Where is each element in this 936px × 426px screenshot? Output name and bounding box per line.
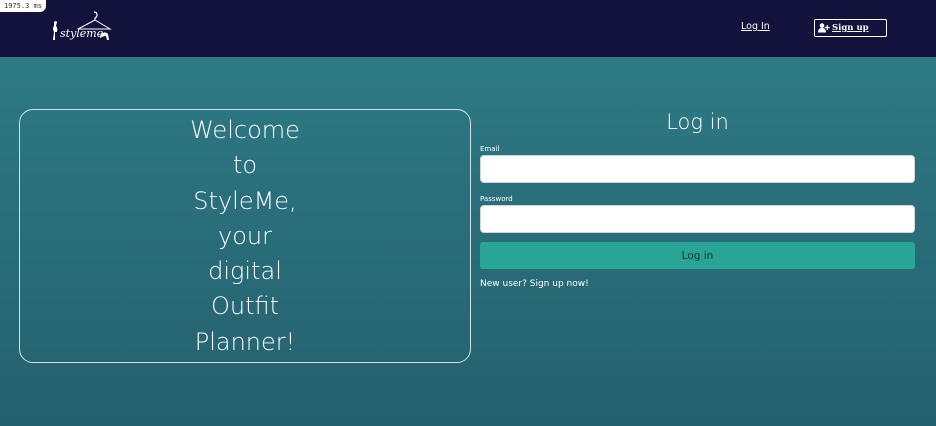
nav-signup-button[interactable]: Sign up xyxy=(814,19,887,37)
render-timer: 1975.3 ms xyxy=(0,0,46,12)
login-submit-button[interactable]: Log in xyxy=(480,242,915,269)
nav-signup-label: Sign up xyxy=(832,23,869,33)
welcome-line: Planner! xyxy=(194,327,296,356)
welcome-line: your xyxy=(218,221,272,250)
email-label: Email xyxy=(480,145,500,153)
add-user-icon xyxy=(818,23,830,33)
welcome-line: Outfit xyxy=(210,292,280,321)
welcome-line: to xyxy=(232,151,258,180)
styleme-logo[interactable]: styleme xyxy=(48,10,114,48)
login-title: Log in xyxy=(666,110,729,134)
email-field[interactable] xyxy=(480,155,915,183)
welcome-line: StyleMe, xyxy=(193,186,297,215)
signup-prompt-link[interactable]: New user? Sign up now! xyxy=(480,279,589,289)
welcome-message: Welcome to StyleMe, your digital Outfit … xyxy=(20,113,470,360)
svg-text:styleme: styleme xyxy=(60,27,104,40)
welcome-panel: Welcome to StyleMe, your digital Outfit … xyxy=(19,109,471,363)
nav-login-link[interactable]: Log In xyxy=(741,21,770,32)
welcome-line: Welcome xyxy=(190,116,300,144)
password-label: Password xyxy=(480,195,513,203)
password-field[interactable] xyxy=(480,205,915,233)
welcome-line: digital xyxy=(208,257,282,286)
navbar: styleme Log In Sign up xyxy=(0,0,936,57)
